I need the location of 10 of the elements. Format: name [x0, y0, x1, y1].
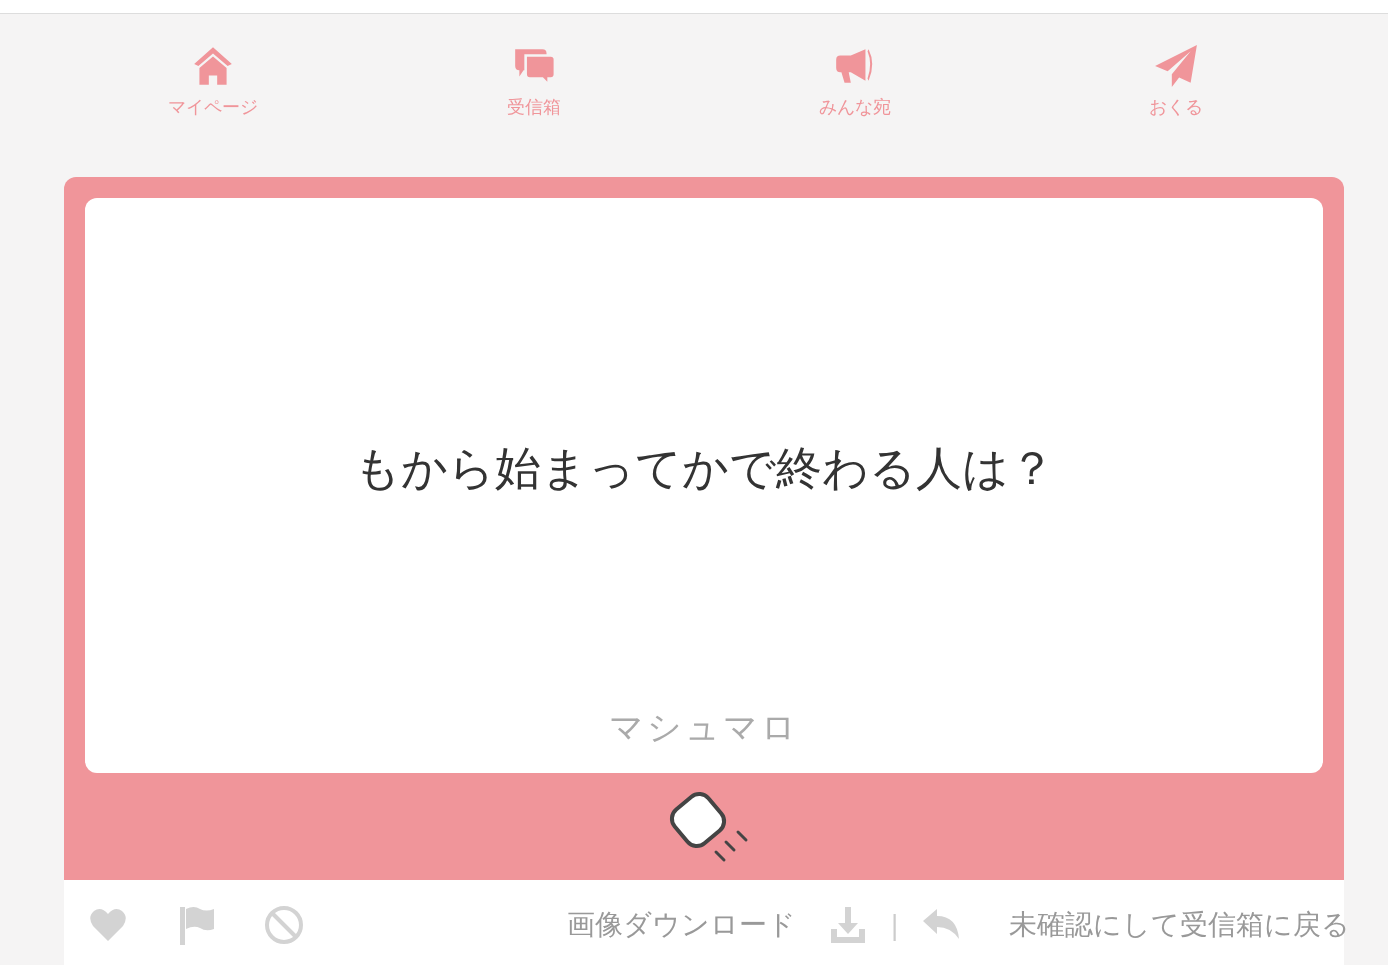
brand-name: マシュマロ	[609, 706, 799, 749]
nav-tab[interactable]: おくる	[1015, 43, 1336, 146]
nav-tab[interactable]: マイページ	[52, 43, 373, 146]
separator: |	[890, 910, 899, 940]
block-icon[interactable]	[264, 905, 304, 945]
download-link[interactable]: 画像ダウンロード	[567, 906, 797, 944]
nav-tab[interactable]: みんな宛	[694, 43, 1015, 146]
nav-tab[interactable]: 受信箱	[373, 43, 694, 146]
back-to-inbox-link[interactable]: 未確認にして受信箱に戻る	[1009, 906, 1350, 944]
question-text: もから始まってかで終わる人は？	[353, 440, 1055, 497]
